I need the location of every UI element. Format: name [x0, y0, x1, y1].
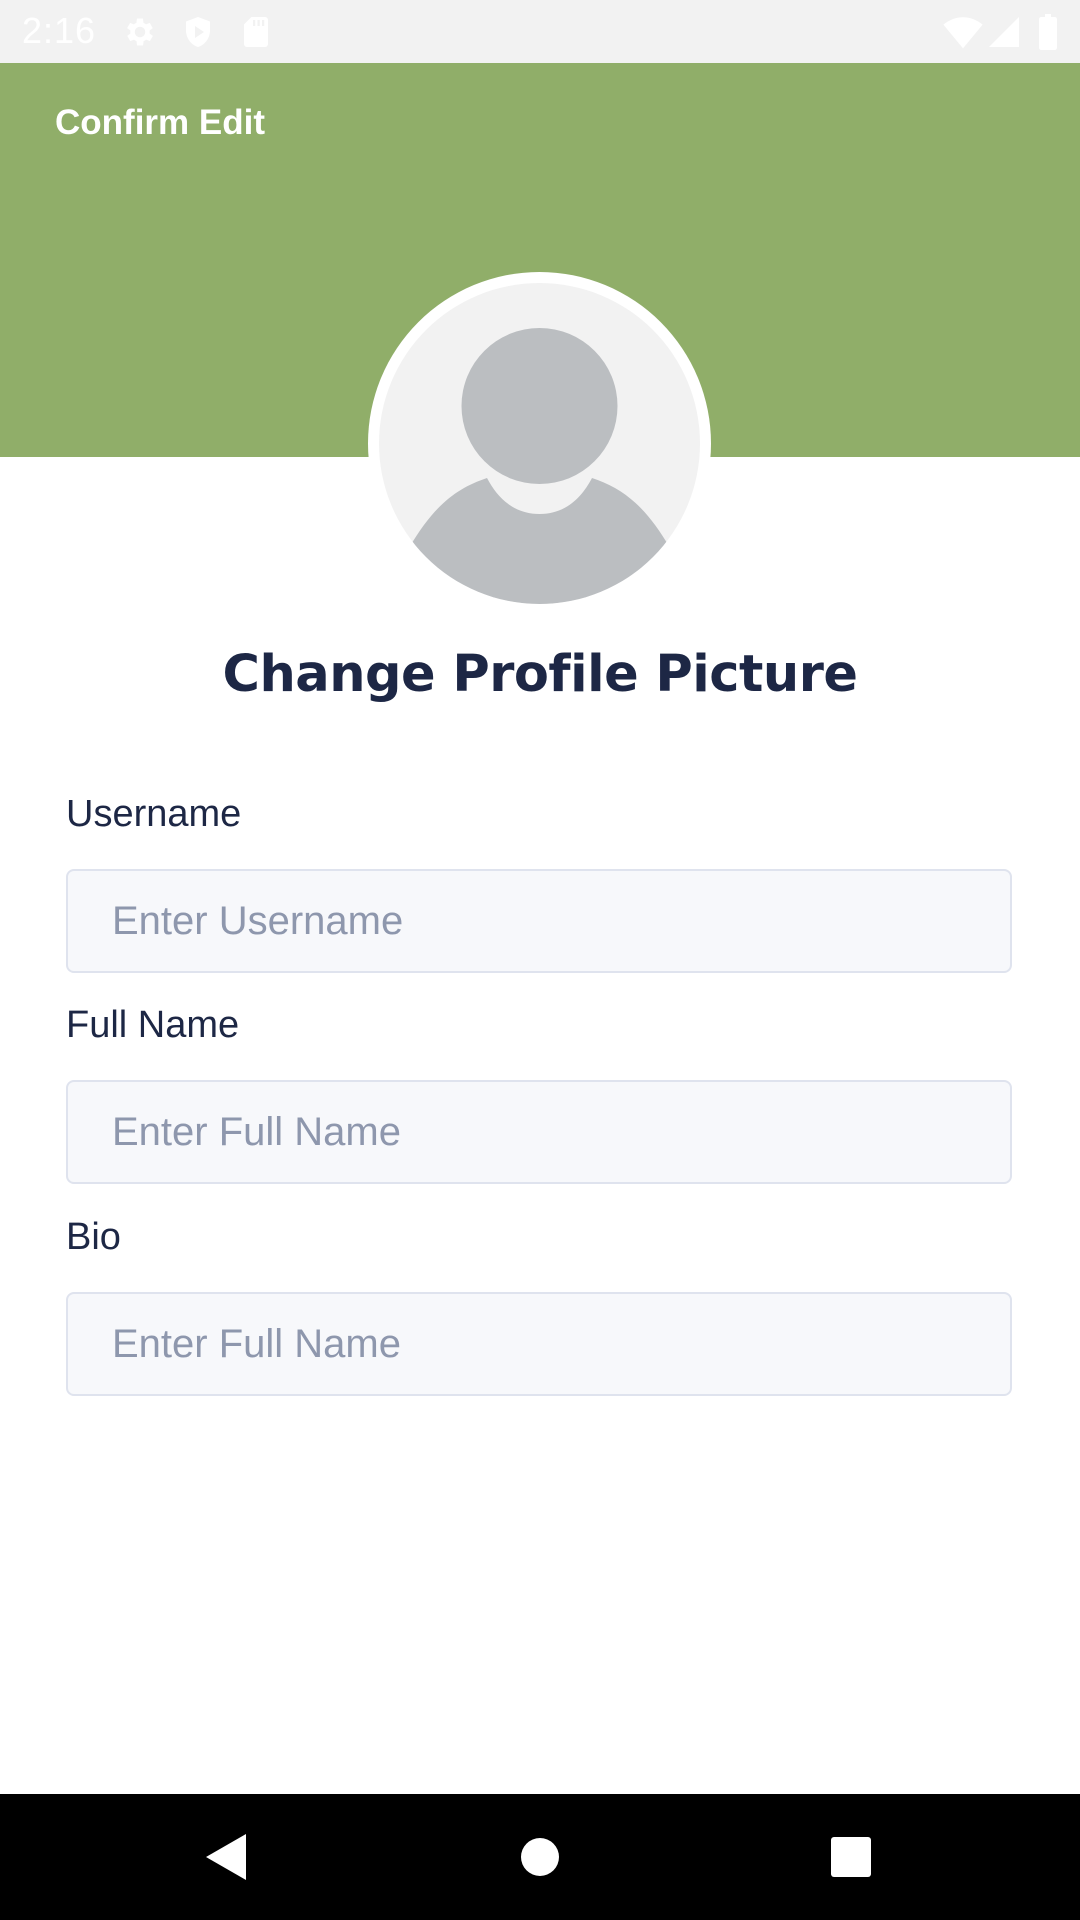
edit-profile-screen: 2:16 Confirm Edit Change Profile Picture…	[0, 0, 1080, 1920]
confirm-edit-button[interactable]: Confirm Edit	[55, 103, 265, 143]
shield-play-icon	[180, 14, 216, 50]
default-user-icon	[409, 328, 670, 604]
bio-input[interactable]	[66, 1292, 1012, 1396]
username-label: Username	[66, 793, 242, 835]
recents-icon[interactable]	[806, 1794, 896, 1920]
status-bar: 2:16	[0, 0, 1080, 63]
avatar[interactable]	[368, 272, 711, 615]
signal-icon	[986, 14, 1022, 50]
gear-icon	[122, 14, 158, 50]
avatar-placeholder	[379, 283, 700, 604]
home-icon[interactable]	[495, 1794, 585, 1920]
bio-label: Bio	[66, 1216, 121, 1258]
navigation-bar	[0, 1794, 1080, 1920]
battery-icon	[1038, 14, 1058, 50]
change-profile-picture-button[interactable]: Change Profile Picture	[0, 645, 1080, 704]
full-name-input[interactable]	[66, 1080, 1012, 1184]
username-input[interactable]	[66, 869, 1012, 973]
sd-card-icon	[238, 14, 274, 50]
status-time: 2:16	[22, 10, 97, 51]
wifi-icon	[943, 14, 983, 50]
full-name-label: Full Name	[66, 1004, 240, 1046]
back-icon[interactable]	[180, 1794, 270, 1920]
